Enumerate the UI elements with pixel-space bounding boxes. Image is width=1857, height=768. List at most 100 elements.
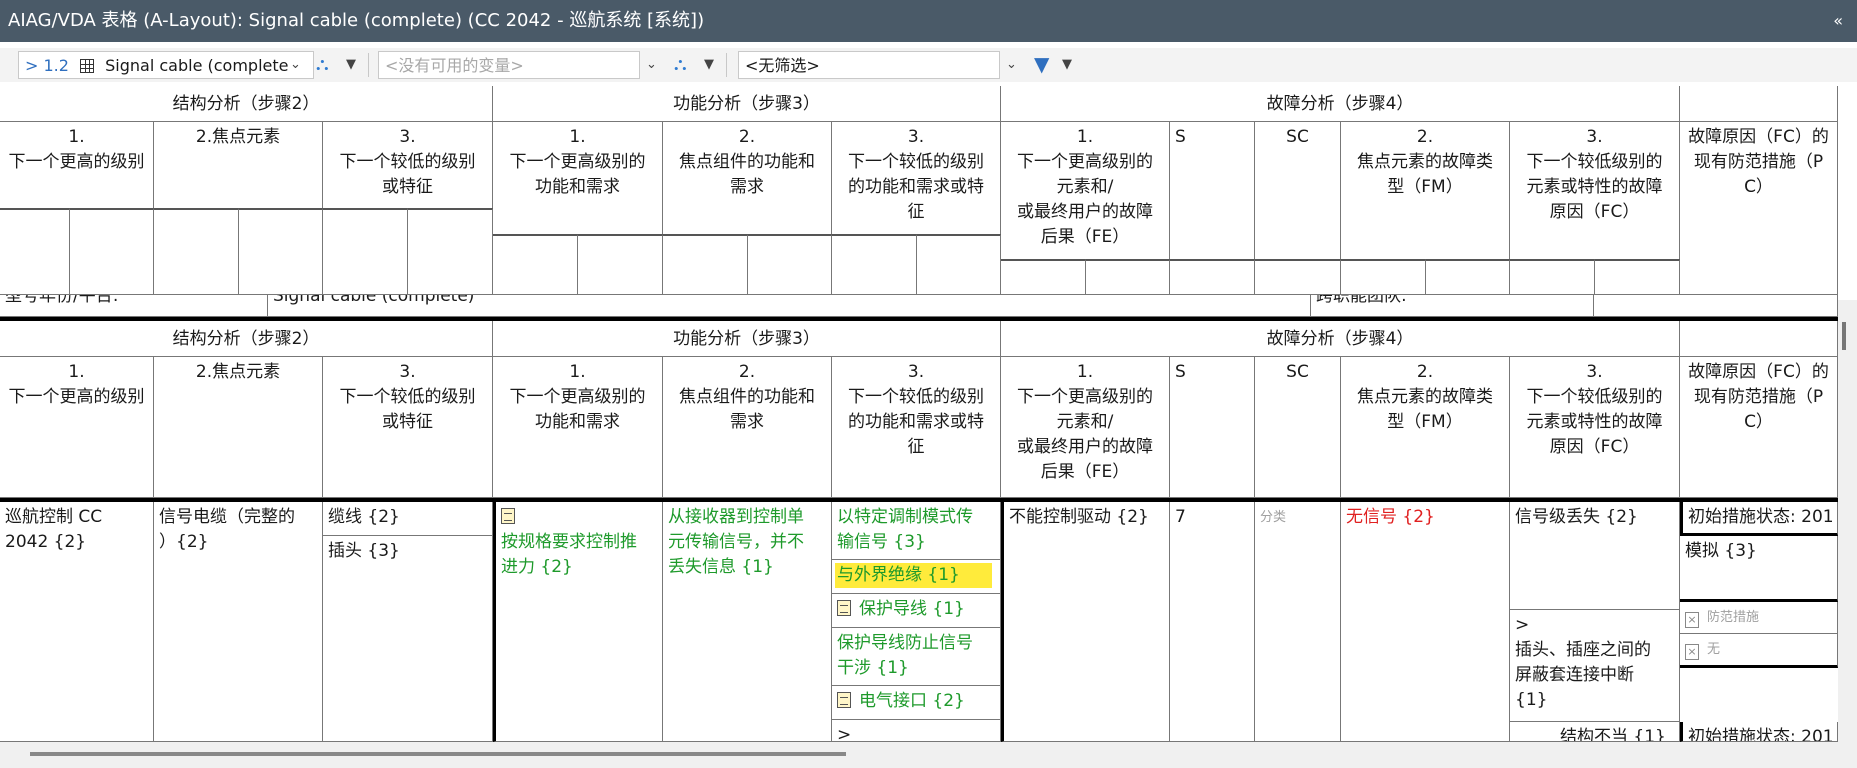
header-subcell <box>1086 259 1170 295</box>
cell-prevention-placeholder[interactable]: × 防范措施 <box>1680 602 1838 634</box>
document-icon <box>837 692 851 708</box>
col-header-special-char: SC <box>1255 357 1341 498</box>
col-header-lower-function: 3. 下一个较低的级别 的功能和需求或特 征 <box>832 357 1001 498</box>
group-header-function: 功能分析（步骤3） <box>493 86 1001 122</box>
cell-lower-function-more[interactable]: > <box>832 720 1001 742</box>
cell-failure-mode[interactable]: 无信号 {2} <box>1341 502 1510 742</box>
header-subcell <box>408 208 493 295</box>
cell-failure-cause-structure[interactable]: 结构不当 {1} <box>1510 722 1680 742</box>
cell-failure-cause-signal-loss[interactable]: 信号级丢失 {2} <box>1510 502 1680 610</box>
col-header-failure-mode: 2. 焦点元素的故障类 型（FM） <box>1341 357 1510 498</box>
filter-icon[interactable]: ▼ <box>1034 50 1049 78</box>
dropdown-arrow-icon[interactable]: ▼ <box>704 51 714 79</box>
cell-prevention-none[interactable]: × 无 <box>1680 634 1838 668</box>
col-header-failure-cause: 3. 下一个较低级别的 元素或特性的故障 原因（FC） <box>1510 357 1680 498</box>
header-subcell <box>1595 259 1680 295</box>
cell-lower-function-modulation[interactable]: 以特定调制模式传 输信号 {3} <box>832 502 1001 560</box>
structure-tree-icon[interactable]: ⛬ <box>674 51 687 79</box>
cell-prevention-status-2[interactable]: 初始措施状态: 201 <box>1680 722 1838 742</box>
chevron-down-icon[interactable]: ⌄ <box>1006 51 1017 79</box>
cell-failure-cause-shield[interactable]: > 插头、插座之间的 屏蔽套连接中断 {1} <box>1510 610 1680 722</box>
col-header-higher-function: 1. 下一个更高级别的 功能和需求 <box>493 357 663 498</box>
element-value: Signal cable (complete <box>105 56 289 75</box>
cross-functional-team-label: 跨职能团队: <box>1311 295 1594 317</box>
model-year-label: 型号年份/平台: <box>0 295 268 317</box>
col-header-severity: S <box>1170 357 1255 498</box>
col-header-focus-element: 2.焦点元素 <box>154 357 323 498</box>
group-header-empty <box>1680 86 1838 122</box>
variant-placeholder: <没有可用的变量> <box>385 56 524 75</box>
cell-focus-function[interactable]: 从接收器到控制单 元传输信号，并不 丢失信息 {1} <box>663 502 832 742</box>
header-subcell <box>1510 259 1595 295</box>
group-header-empty <box>1680 321 1838 357</box>
header-subcell <box>1680 259 1838 295</box>
header-subcell <box>493 234 578 295</box>
filter-selector[interactable]: <无筛选> <box>738 51 1000 79</box>
dropdown-arrow-icon[interactable]: ▼ <box>346 51 356 79</box>
level-label: > 1.2 <box>25 56 69 75</box>
cell-lower-function-insulation[interactable]: 与外界绝缘 {1} <box>832 560 1001 594</box>
header-subcell <box>154 208 239 295</box>
header-subcell <box>1426 259 1510 295</box>
header-subcell <box>1001 259 1086 295</box>
chevron-down-icon[interactable]: ⌄ <box>646 51 657 79</box>
header-subcell <box>1255 259 1341 295</box>
horizontal-scroll-thumb[interactable] <box>30 752 846 756</box>
filter-value: <无筛选> <box>745 56 820 75</box>
document-icon <box>501 508 515 524</box>
header-subcell <box>0 208 70 295</box>
cell-lower-element-plug[interactable]: 插头 {3} <box>323 536 493 742</box>
window-title-bar: AIAG/VDA 表格 (A-Layout): Signal cable (co… <box>0 0 1857 42</box>
cell-lower-element-cable[interactable]: 缆线 {2} <box>323 502 493 536</box>
structure-tree-icon[interactable]: ⛬ <box>316 51 329 79</box>
col-header-prevention: 故障原因（FC）的 现有防范措施（P C） <box>1680 357 1838 498</box>
header-subcell <box>663 234 748 295</box>
element-selector[interactable]: > 1.2 Signal cable (complete <box>18 51 314 79</box>
header-subcell <box>239 208 323 295</box>
col-header-focus-function: 2. 焦点组件的功能和 需求 <box>663 357 832 498</box>
toolbar: > 1.2 Signal cable (complete ⌄ ⛬ ▼ <没有可用… <box>0 48 1857 82</box>
group-header-function: 功能分析（步骤3） <box>493 321 1001 357</box>
group-header-failure: 故障分析（步骤4） <box>1001 321 1680 357</box>
vertical-scroll-thumb[interactable] <box>1842 322 1846 350</box>
header-subcell <box>1170 259 1255 295</box>
header-subcell <box>70 208 154 295</box>
cell-prevention-status[interactable]: 初始措施状态: 201 <box>1680 502 1838 536</box>
header-subcell <box>323 208 408 295</box>
col-header-next-higher-level: 1. 下一个更高的级别 <box>0 357 154 498</box>
col-header-failure-effect: 1. 下一个更高级别的 元素和/ 或最终用户的故障 后果（FE） <box>1001 357 1170 498</box>
cross-functional-team-value <box>1594 295 1838 317</box>
cell-next-higher-level[interactable]: 巡航控制 CC 2042 {2} <box>0 502 154 742</box>
cell-higher-function[interactable]: 按规格要求控制推 进力 {2} <box>493 502 663 742</box>
group-header-structure: 结构分析（步骤2） <box>0 86 493 122</box>
group-header-failure: 故障分析（步骤4） <box>1001 86 1680 122</box>
variant-selector[interactable]: <没有可用的变量> <box>378 51 640 79</box>
toolbar-separator <box>368 53 369 77</box>
fmea-grid: 结构分析（步骤2） 功能分析（步骤3） 故障分析（步骤4） 1. 下一个更高的级… <box>0 86 1838 742</box>
cell-classification[interactable]: 分类 <box>1255 502 1341 742</box>
cell-failure-effect[interactable]: 不能控制驱动 {2} <box>1001 502 1170 742</box>
header-subcell <box>1341 259 1426 295</box>
chevron-down-icon[interactable]: ⌄ <box>290 51 301 79</box>
collapse-icon[interactable]: « <box>1833 0 1843 42</box>
cell-severity[interactable]: 7 <box>1170 502 1255 742</box>
checkbox-icon: × <box>1685 644 1699 660</box>
dropdown-arrow-icon[interactable]: ▼ <box>1062 51 1072 79</box>
document-icon <box>837 600 851 616</box>
cell-lower-function-interference[interactable]: 保护导线防止信号 干涉 {1} <box>832 628 1001 686</box>
header-subcell <box>748 234 832 295</box>
header-subcell <box>578 234 663 295</box>
cell-lower-function-interface[interactable]: 电气接口 {2} <box>832 686 1001 720</box>
cell-focus-element[interactable]: 信号电缆（完整的 ）{2} <box>154 502 323 742</box>
vertical-scrollbar[interactable] <box>1838 300 1857 744</box>
header-subcell <box>917 234 1001 295</box>
group-header-structure: 结构分析（步骤2） <box>0 321 493 357</box>
toolbar-separator <box>726 53 727 77</box>
col-header-next-lower-level: 3. 下一个较低的级别 或特征 <box>323 357 493 498</box>
table-icon <box>80 59 95 73</box>
header-subcell <box>832 234 917 295</box>
checkbox-icon: × <box>1685 612 1699 628</box>
cell-lower-function-protect-wire[interactable]: 保护导线 {1} <box>832 594 1001 628</box>
cell-prevention-simulation[interactable]: 模拟 {3} <box>1680 536 1838 602</box>
window-title: AIAG/VDA 表格 (A-Layout): Signal cable (co… <box>8 10 705 31</box>
